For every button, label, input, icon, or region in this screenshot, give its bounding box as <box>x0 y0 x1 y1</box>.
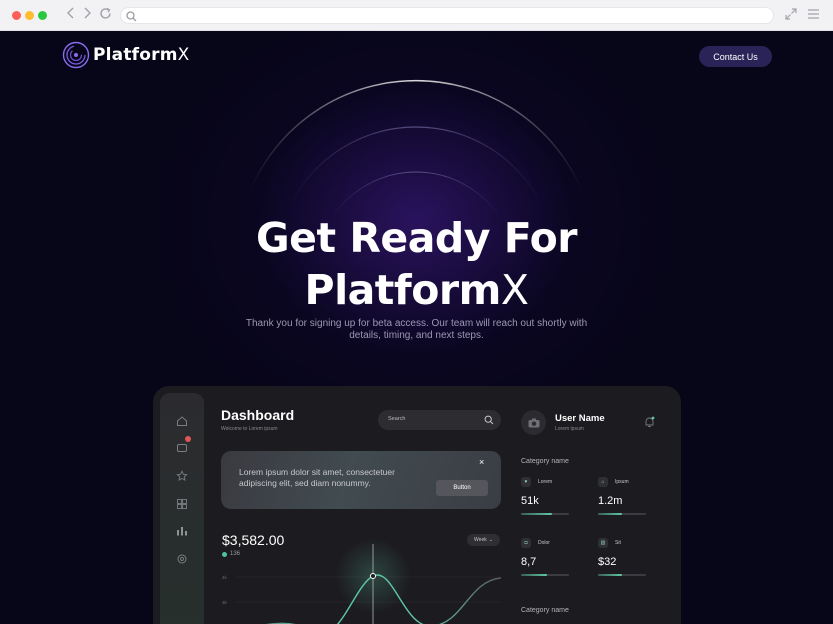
close-window-button[interactable] <box>12 11 21 20</box>
hero-title-line-2: PlatformX <box>304 266 529 314</box>
message-icon[interactable] <box>176 442 188 454</box>
browser-toolbar <box>0 0 833 31</box>
camera-icon <box>528 418 539 427</box>
back-icon[interactable] <box>64 7 78 23</box>
expand-icon[interactable] <box>785 7 797 25</box>
info-card: Lorem ipsum dolor sit amet, consectetuer… <box>221 451 501 509</box>
stat-label: Lorem <box>538 479 553 485</box>
forward-icon[interactable] <box>80 7 94 23</box>
contact-us-button[interactable]: Contact Us <box>699 46 772 67</box>
stat-progress-fill <box>521 574 548 576</box>
stat-card-3: ◘ Dolor 8,7 <box>521 538 573 588</box>
stat-progress <box>521 513 569 515</box>
bar-chart-icon[interactable] <box>176 525 188 537</box>
brand-logo[interactable]: PlatformX <box>62 41 190 69</box>
camera-icon: ◘ <box>521 538 531 548</box>
heart-icon: ♥ <box>521 477 531 487</box>
hero-title-line-1: Get Ready For <box>256 214 577 262</box>
stat-progress <box>598 574 646 576</box>
stat-card-2: ⌂ Ipsum 1.2m <box>598 477 650 527</box>
star-icon[interactable] <box>176 470 188 482</box>
landing-page: PlatformX Contact Us Get Ready For Platf… <box>0 31 833 624</box>
stat-label: Dolor <box>538 540 550 546</box>
chart-point[interactable] <box>370 573 376 579</box>
info-card-text: Lorem ipsum dolor sit amet, consectetuer… <box>239 467 395 488</box>
reload-icon[interactable] <box>98 7 112 23</box>
search-icon <box>126 9 137 27</box>
axis-label-4k: 4k <box>222 575 228 580</box>
menu-icon[interactable] <box>807 7 820 25</box>
dashboard-search-input[interactable]: Search <box>378 410 501 430</box>
balance-chart: 4k 3k <box>222 538 501 624</box>
dashboard-subtitle: Welcome to Lorem ipsum <box>221 426 278 432</box>
settings-icon[interactable] <box>176 553 188 565</box>
grid-icon[interactable] <box>176 498 188 510</box>
avatar[interactable] <box>521 410 546 435</box>
bell-icon[interactable] <box>644 416 655 428</box>
stat-card-1: ♥ Lorem 51k <box>521 477 573 527</box>
category-label-2: Category name <box>521 607 569 614</box>
stat-value: 51k <box>521 495 539 507</box>
hero-subtitle: Thank you for signing up for beta access… <box>245 318 588 341</box>
home-icon[interactable] <box>176 415 188 427</box>
brand-name: PlatformX <box>93 45 190 65</box>
stat-value: $32 <box>598 556 617 568</box>
stat-value: 1.2m <box>598 495 623 507</box>
card-button[interactable]: Button <box>436 480 488 496</box>
stat-progress <box>598 513 646 515</box>
search-icon <box>484 415 494 425</box>
close-icon[interactable]: × <box>479 457 484 467</box>
home-icon: ⌂ <box>598 477 608 487</box>
stat-value: 8,7 <box>521 556 537 568</box>
minimize-window-button[interactable] <box>25 11 34 20</box>
stat-label: Ipsum <box>615 479 629 485</box>
axis-label-3k: 3k <box>222 600 228 605</box>
stat-progress-fill <box>598 574 622 576</box>
address-bar[interactable] <box>120 7 774 24</box>
dashboard-title: Dashboard <box>221 407 295 423</box>
stat-progress-fill <box>598 513 622 515</box>
dashboard-preview: Dashboard Welcome to Lorem ipsum Search … <box>153 386 681 624</box>
notification-badge <box>185 436 191 442</box>
stat-card-4: ▥ Sit $32 <box>598 538 650 588</box>
category-label-1: Category name <box>521 458 569 465</box>
chart-icon: ▥ <box>598 538 608 548</box>
stat-progress <box>521 574 569 576</box>
stat-label: Sit <box>615 540 621 546</box>
user-name: User Name <box>555 413 605 424</box>
search-placeholder: Search <box>388 416 406 422</box>
maximize-window-button[interactable] <box>38 11 47 20</box>
stat-progress-fill <box>521 513 553 515</box>
dashboard-sidebar <box>160 393 204 624</box>
user-role: Lorem ipsum <box>555 426 584 432</box>
logo-icon <box>62 41 90 69</box>
